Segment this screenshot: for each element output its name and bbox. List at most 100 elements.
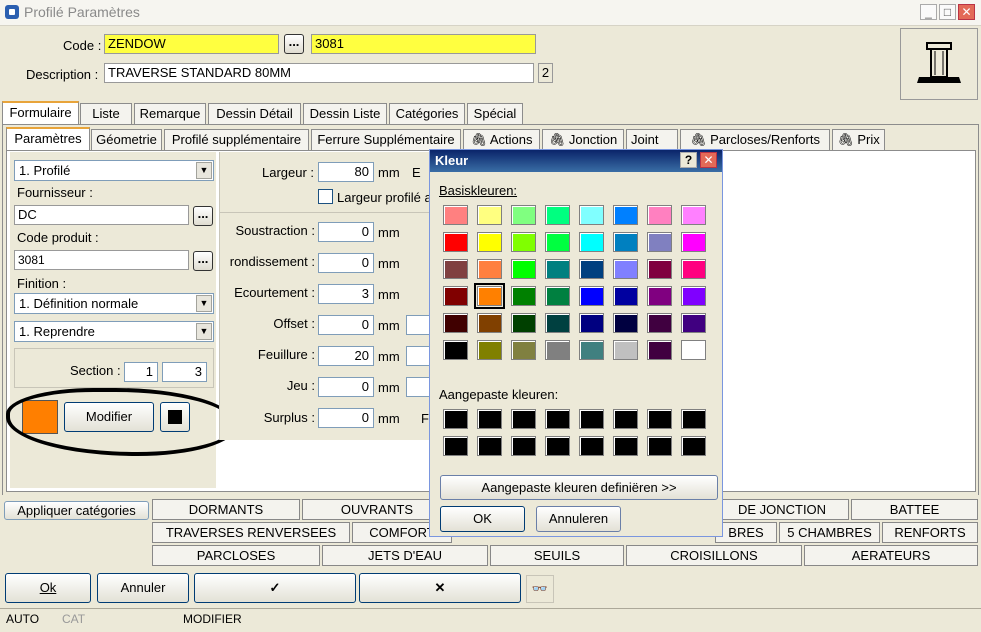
subtab-actions[interactable]: 🖇 Actions (463, 129, 540, 151)
code-number-field[interactable]: 3081 (311, 34, 536, 54)
basic-color-swatch[interactable] (477, 232, 502, 252)
basic-color-swatch[interactable] (511, 205, 536, 225)
custom-color-swatch[interactable] (443, 436, 468, 456)
basic-color-swatch[interactable] (579, 259, 604, 279)
profile-width-checkbox[interactable] (318, 189, 333, 204)
subtab-jonction[interactable]: 🖇 Jonction (542, 129, 624, 151)
description-field[interactable]: TRAVERSE STANDARD 80MM (104, 63, 534, 83)
tab-remarque[interactable]: Remarque (134, 103, 206, 125)
custom-color-swatch[interactable] (613, 436, 638, 456)
jeu-extra-field[interactable] (406, 377, 430, 397)
custom-color-swatch[interactable] (681, 409, 706, 429)
basic-color-swatch[interactable] (681, 286, 706, 306)
custom-color-swatch[interactable] (545, 409, 570, 429)
arrondissement-field[interactable]: 0 (318, 253, 374, 273)
custom-color-swatch[interactable] (511, 409, 536, 429)
dialog-ok-button[interactable]: OK (440, 506, 525, 532)
subtab-parcloses-renforts[interactable]: 🖇 Parcloses/Renforts (680, 129, 830, 151)
ok-button[interactable]: Ok (5, 573, 91, 603)
basic-color-swatch[interactable] (545, 313, 570, 333)
feuillure-extra-field[interactable] (406, 346, 430, 366)
basic-color-swatch[interactable] (613, 313, 638, 333)
reprise-select[interactable]: 1. Reprendre ▼ (14, 321, 214, 342)
tab-dessin-detail[interactable]: Dessin Détail (208, 103, 301, 125)
basic-color-swatch[interactable] (579, 205, 604, 225)
custom-color-swatch[interactable] (477, 409, 502, 429)
basic-color-swatch[interactable] (511, 232, 536, 252)
custom-color-swatch[interactable] (579, 409, 604, 429)
supplier-field[interactable]: DC (14, 205, 189, 225)
tab-liste[interactable]: Liste (80, 103, 132, 125)
category-5-chambres[interactable]: 5 CHAMBRES (779, 522, 880, 543)
supplier-browse-button[interactable]: ... (193, 206, 213, 226)
subtab-joint[interactable]: Joint (626, 129, 678, 151)
basic-color-swatch[interactable] (613, 232, 638, 252)
surplus-field[interactable]: 0 (318, 408, 374, 428)
ecourtement-field[interactable]: 3 (318, 284, 374, 304)
basic-color-swatch[interactable] (511, 313, 536, 333)
tab-formulaire[interactable]: Formulaire (2, 101, 79, 125)
dialog-cancel-button[interactable]: Annuleren (536, 506, 621, 532)
basic-color-swatch[interactable] (477, 259, 502, 279)
confirm-check-button[interactable]: ✓ (194, 573, 356, 603)
custom-color-swatch[interactable] (443, 409, 468, 429)
subtab-ferrure-supplementaire[interactable]: Ferrure Supplémentaire (311, 129, 461, 151)
category-de-jonction[interactable]: DE JONCTION (715, 499, 849, 520)
basic-color-swatch[interactable] (579, 232, 604, 252)
basic-color-swatch[interactable] (681, 205, 706, 225)
custom-color-swatch[interactable] (647, 436, 672, 456)
subtab-prix[interactable]: 🖇 Prix (832, 129, 885, 151)
category-chambres[interactable]: BRES (715, 522, 777, 543)
basic-color-swatch[interactable] (613, 340, 638, 360)
basic-color-swatch[interactable] (474, 283, 505, 309)
basic-color-swatch[interactable] (681, 259, 706, 279)
category-parcloses[interactable]: PARCLOSES (152, 545, 320, 566)
category-jets-d-eau[interactable]: JETS D'EAU (322, 545, 488, 566)
help-button[interactable]: ? (680, 152, 697, 168)
basic-color-swatch[interactable] (681, 232, 706, 252)
custom-color-swatch[interactable] (579, 436, 604, 456)
basic-color-swatch[interactable] (545, 259, 570, 279)
basic-color-swatch[interactable] (443, 286, 468, 306)
category-seuils[interactable]: SEUILS (490, 545, 624, 566)
basic-color-swatch[interactable] (613, 259, 638, 279)
binoculars-icon[interactable]: 👓 (526, 575, 554, 603)
close-button[interactable]: ✕ (958, 4, 975, 20)
product-browse-button[interactable]: ... (193, 251, 213, 271)
category-renforts[interactable]: RENFORTS (882, 522, 978, 543)
basic-color-swatch[interactable] (647, 205, 672, 225)
basic-color-swatch[interactable] (647, 259, 672, 279)
minimize-button[interactable]: _ (920, 4, 937, 20)
basic-color-swatch[interactable] (579, 313, 604, 333)
tab-categories[interactable]: Catégories (389, 103, 465, 125)
basic-color-swatch[interactable] (545, 205, 570, 225)
custom-color-swatch[interactable] (681, 436, 706, 456)
offset-field[interactable]: 0 (318, 315, 374, 335)
basic-color-swatch[interactable] (443, 205, 468, 225)
basic-color-swatch[interactable] (477, 313, 502, 333)
type-select[interactable]: 1. Profilé ▼ (14, 160, 214, 181)
basic-color-swatch[interactable] (579, 340, 604, 360)
basic-color-swatch[interactable] (443, 313, 468, 333)
dialog-close-button[interactable]: ✕ (700, 152, 717, 168)
width-field[interactable]: 80 (318, 162, 374, 182)
basic-color-swatch[interactable] (545, 232, 570, 252)
category-croisillons[interactable]: CROISILLONS (626, 545, 802, 566)
basic-color-swatch[interactable] (545, 340, 570, 360)
discard-cross-button[interactable]: ✕ (359, 573, 521, 603)
custom-color-swatch[interactable] (477, 436, 502, 456)
product-code-field[interactable]: 3081 (14, 250, 189, 270)
category-traverses-renversees[interactable]: TRAVERSES RENVERSEES (152, 522, 350, 543)
basic-color-swatch[interactable] (579, 286, 604, 306)
basic-color-swatch[interactable] (443, 259, 468, 279)
category-battee[interactable]: BATTEE (851, 499, 978, 520)
code-field[interactable]: ZENDOW (104, 34, 279, 54)
offset-extra-field[interactable] (406, 315, 430, 335)
basic-color-swatch[interactable] (511, 286, 536, 306)
basic-color-swatch[interactable] (477, 205, 502, 225)
section-field-a[interactable]: 1 (124, 362, 158, 382)
code-browse-button[interactable]: ... (284, 34, 304, 54)
maximize-button[interactable]: □ (939, 4, 956, 20)
finish-select[interactable]: 1. Définition normale ▼ (14, 293, 214, 314)
basic-color-swatch[interactable] (443, 232, 468, 252)
